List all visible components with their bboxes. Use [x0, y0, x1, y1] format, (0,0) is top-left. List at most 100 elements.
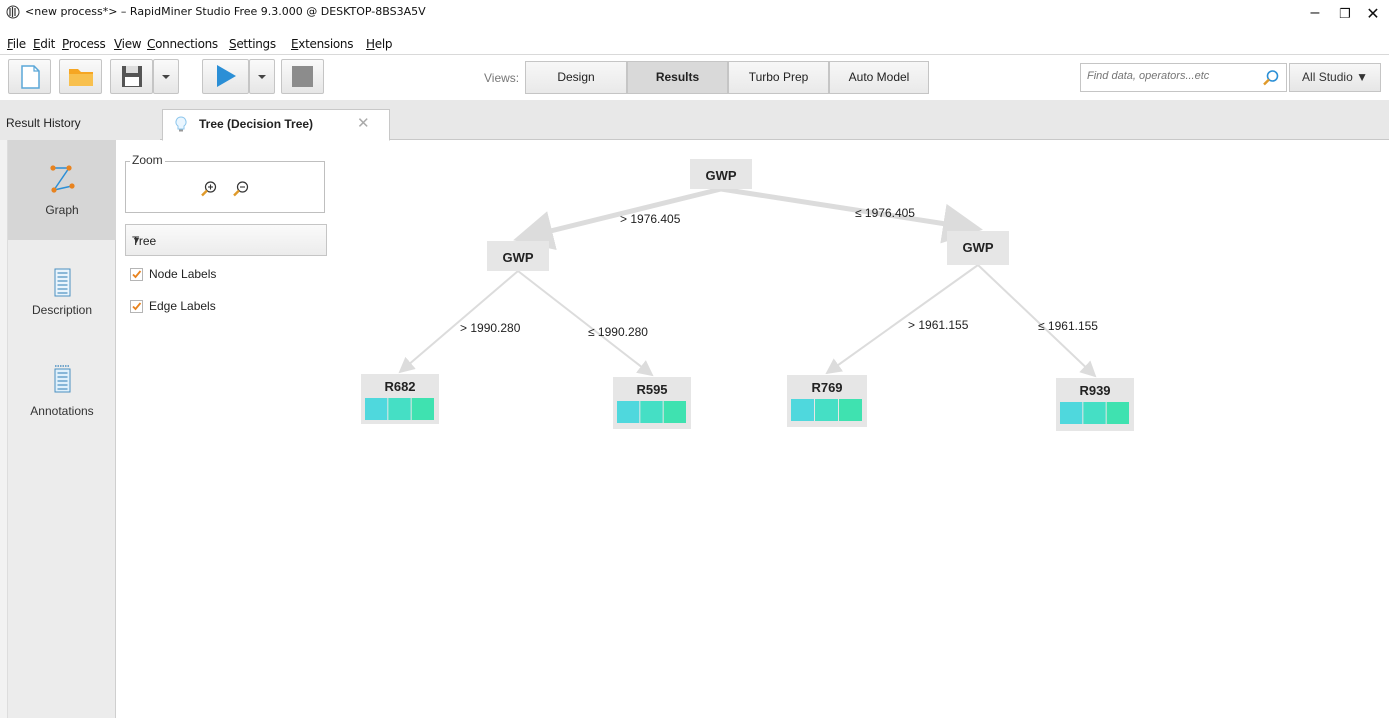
save-dropdown-button[interactable] — [153, 59, 179, 94]
tree-node-label: GWP — [705, 168, 736, 183]
zoom-out-icon[interactable] — [232, 180, 250, 198]
tree-edge-label: ≤ 1990.280 — [588, 325, 648, 339]
new-process-button[interactable] — [8, 59, 51, 94]
tree-leaf-node: R595 — [613, 377, 691, 429]
edge-labels-label: Edge Labels — [149, 299, 216, 313]
leaf-class-bar — [791, 399, 814, 421]
tree-node-label: R939 — [1079, 383, 1110, 398]
leaf-class-bar — [815, 399, 838, 421]
views-label: Views: — [484, 71, 520, 85]
graph-icon — [50, 165, 75, 193]
folder-icon — [69, 69, 93, 86]
rapidminer-logo-icon — [6, 5, 20, 19]
menu-file[interactable]: File — [7, 37, 26, 51]
new-file-icon — [21, 65, 40, 89]
tree-node-label: R769 — [811, 380, 842, 395]
leaf-class-bar — [663, 401, 686, 423]
tree-node-label: R595 — [636, 382, 667, 397]
view-auto-model-button[interactable]: Auto Model — [829, 61, 929, 94]
node-labels-label: Node Labels — [149, 267, 217, 281]
close-window-button[interactable]: ✕ — [1358, 4, 1388, 24]
tree-edge-label: > 1961.155 — [908, 318, 969, 332]
maximize-button[interactable]: ❐ — [1330, 6, 1360, 22]
sidebar-item-annotations[interactable]: Annotations — [8, 340, 116, 440]
close-tab-icon[interactable]: ✕ — [357, 110, 370, 138]
leaf-class-bar — [365, 398, 388, 420]
menu-connections[interactable]: Connections — [147, 37, 218, 51]
window-title: <new process*> – RapidMiner Studio Free … — [25, 5, 426, 18]
search-icon[interactable] — [1262, 69, 1280, 87]
chevron-down-icon: ▼ — [132, 235, 141, 245]
stop-icon — [292, 66, 313, 87]
tree-edge — [720, 186, 983, 244]
sidebar-item-label: Description — [31, 303, 93, 317]
leaf-class-bar — [411, 398, 434, 420]
leaf-class-bar — [1083, 402, 1106, 424]
menu-help[interactable]: Help — [366, 37, 392, 51]
checkmark-icon — [132, 270, 142, 279]
tree-split-node: GWP — [690, 159, 752, 189]
tree-node-label: R682 — [384, 379, 415, 394]
zoom-label: Zoom — [130, 153, 165, 167]
tree-leaf-node: R769 — [787, 375, 867, 427]
tree-node-label: GWP — [502, 250, 533, 265]
tree-leaf-node: R939 — [1056, 378, 1134, 431]
left-edge-pane — [0, 140, 8, 718]
view-turbo-prep-button[interactable]: Turbo Prep — [728, 61, 829, 94]
leaf-class-bar — [388, 398, 411, 420]
menu-settings[interactable]: Settings — [229, 37, 276, 51]
sidebar-item-label: Graph — [45, 203, 79, 217]
tree-split-node: GWP — [487, 241, 549, 271]
run-dropdown-button[interactable] — [249, 59, 275, 94]
tree-leaf-node: R682 — [361, 374, 439, 424]
menu-extensions[interactable]: Extensions — [291, 37, 353, 51]
play-icon — [217, 65, 236, 87]
leaf-class-bar — [1060, 402, 1083, 424]
tab-result-history[interactable]: Result History — [0, 109, 160, 140]
node-labels-checkbox-box[interactable] — [130, 268, 143, 281]
tab-decision-tree[interactable]: Tree (Decision Tree) ✕ — [162, 109, 390, 141]
tree-edge-label: ≤ 1976.405 — [855, 206, 915, 220]
title-bar: <new process*> – RapidMiner Studio Free … — [0, 0, 1389, 38]
floppy-disk-icon — [122, 66, 142, 87]
tree-edge-label: ≤ 1961.155 — [1038, 319, 1098, 333]
menu-bar: File Edit Process View Connections Setti… — [0, 37, 1389, 53]
lightbulb-icon — [175, 116, 187, 132]
search-box — [1080, 63, 1287, 92]
search-input[interactable] — [1087, 70, 1257, 82]
menu-process[interactable]: Process — [62, 37, 106, 51]
all-studio-dropdown[interactable]: All Studio ▼ — [1289, 63, 1381, 92]
stop-button[interactable] — [281, 59, 324, 94]
toolbar: Views: Design Results Turbo Prep Auto Mo… — [0, 54, 1389, 100]
minimize-button[interactable]: – — [1300, 4, 1330, 22]
view-results-button[interactable]: Results — [627, 61, 728, 94]
menu-view[interactable]: View — [114, 37, 142, 51]
result-view-sidebar: Graph Description Annotations — [8, 140, 116, 718]
zoom-in-icon[interactable] — [200, 180, 218, 198]
zoom-group: Zoom — [125, 153, 325, 213]
leaf-class-bar — [640, 401, 663, 423]
layout-select[interactable]: Tree ▼ — [125, 224, 327, 256]
tree-node-label: GWP — [962, 240, 993, 255]
view-design-button[interactable]: Design — [525, 61, 627, 94]
tree-split-node: GWP — [947, 231, 1009, 265]
save-button[interactable] — [110, 59, 153, 94]
tree-edge — [517, 270, 654, 377]
description-icon — [54, 268, 71, 297]
leaf-class-bar — [839, 399, 862, 421]
edge-labels-checkbox-box[interactable] — [130, 300, 143, 313]
menu-edit[interactable]: Edit — [33, 37, 55, 51]
leaf-class-bar — [1106, 402, 1129, 424]
tree-edge-label: > 1990.280 — [460, 321, 521, 335]
chevron-down-icon — [162, 75, 170, 79]
tree-edge-label: > 1976.405 — [620, 212, 681, 226]
sidebar-item-description[interactable]: Description — [8, 240, 116, 340]
leaf-class-bar — [617, 401, 640, 423]
decision-tree-graph: > 1976.405 ≤ 1976.405 > 1990.280 ≤ 1990.280… — [361, 159, 1134, 431]
open-process-button[interactable] — [59, 59, 102, 94]
tree-graph-canvas[interactable]: > 1976.405 ≤ 1976.405 > 1990.280 ≤ 1990.280… — [340, 141, 1380, 718]
sidebar-item-graph[interactable]: Graph — [8, 140, 116, 240]
checkmark-icon — [132, 302, 142, 311]
chevron-down-icon — [258, 75, 266, 79]
run-button[interactable] — [202, 59, 249, 94]
